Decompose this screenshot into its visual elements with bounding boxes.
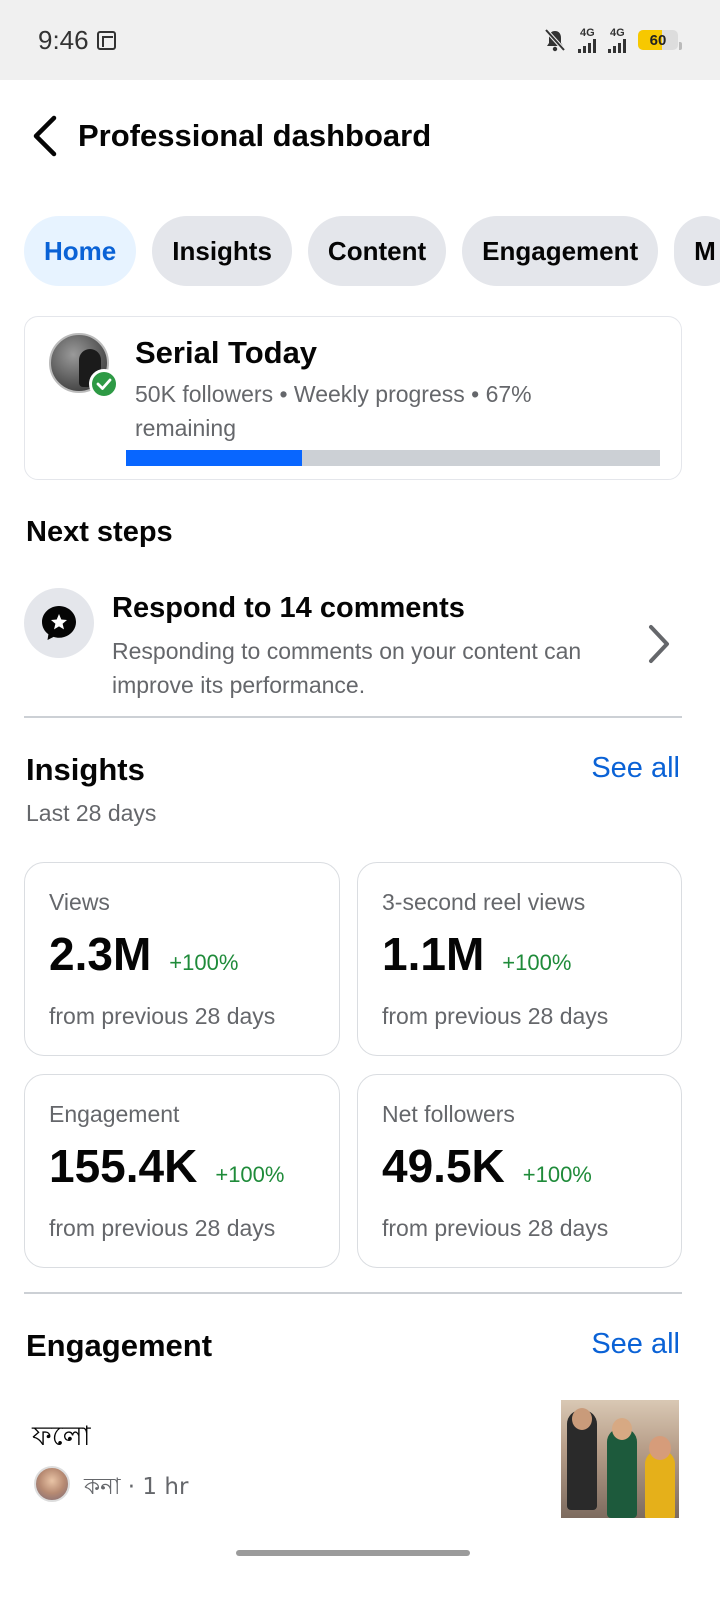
metric-card-net-followers[interactable]: Net followers 49.5K +100% from previous … xyxy=(357,1074,682,1268)
status-bar: 9:46 4G 4G 60 xyxy=(0,0,720,80)
screen-mirror-icon xyxy=(96,30,116,50)
metric-value: 1.1M xyxy=(382,928,485,980)
metric-comparison: from previous 28 days xyxy=(49,1215,276,1241)
page-title: Professional dashboard xyxy=(78,118,432,153)
next-steps-title: Next steps xyxy=(26,516,173,548)
tab-home[interactable]: Home xyxy=(24,216,137,286)
metric-change: +100% xyxy=(215,1162,285,1187)
metric-label: Net followers xyxy=(382,1101,515,1127)
metric-comparison: from previous 28 days xyxy=(382,1003,609,1029)
tab-insights[interactable]: Insights xyxy=(152,216,292,286)
metric-change: +100% xyxy=(502,950,572,975)
metric-label: Engagement xyxy=(49,1101,180,1127)
metric-row: 1.1M +100% xyxy=(382,927,571,981)
metric-row: 2.3M +100% xyxy=(49,927,238,981)
engagement-see-all-link[interactable]: See all xyxy=(591,1328,680,1361)
commenter-avatar xyxy=(34,1466,70,1502)
back-button[interactable] xyxy=(26,112,62,160)
network-2-label: 4G xyxy=(610,26,625,39)
next-step-respond-comments[interactable]: Respond to 14 comments Responding to com… xyxy=(24,586,682,702)
profile-meta: 50K followers • Weekly progress • 67% re… xyxy=(135,381,532,441)
insights-see-all-link[interactable]: See all xyxy=(591,752,680,785)
network-1-label: 4G xyxy=(580,26,595,39)
tab-engagement[interactable]: Engagement xyxy=(462,216,659,286)
signal-1-icon: 4G xyxy=(578,26,596,53)
signal-2-icon: 4G xyxy=(608,26,626,53)
metric-comparison: from previous 28 days xyxy=(382,1215,609,1241)
status-left: 9:46 xyxy=(38,25,116,56)
screen: 9:46 4G 4G 60 Professional dashboard Hom… xyxy=(0,0,720,1600)
divider xyxy=(24,716,682,718)
metric-comparison: from previous 28 days xyxy=(49,1003,276,1029)
profile-card[interactable]: Serial Today 50K followers • Weekly prog… xyxy=(24,316,682,480)
next-step-title: Respond to 14 comments xyxy=(112,592,465,624)
header: Professional dashboard xyxy=(0,96,720,176)
engagement-item-meta: কনা · 1 hr xyxy=(84,1474,189,1500)
tab-more[interactable]: M xyxy=(674,216,720,286)
home-indicator[interactable] xyxy=(236,1550,470,1556)
tab-bar: Home Insights Content Engagement M xyxy=(24,216,720,286)
metric-row: 49.5K +100% xyxy=(382,1139,592,1193)
profile-name: Serial Today xyxy=(135,335,318,370)
battery-level: 60 xyxy=(649,31,667,49)
engagement-item-title[interactable]: ফলো xyxy=(32,1416,91,1461)
status-right: 4G 4G 60 xyxy=(544,26,682,53)
comment-star-icon xyxy=(24,588,94,658)
verified-check-icon xyxy=(89,369,119,399)
metric-value: 49.5K xyxy=(382,1140,505,1192)
metric-label: Views xyxy=(49,889,110,915)
weekly-progress-bar xyxy=(126,450,660,466)
metric-value: 2.3M xyxy=(49,928,152,980)
profile-avatar-wrap xyxy=(49,333,119,399)
metric-card-engagement[interactable]: Engagement 155.4K +100% from previous 28… xyxy=(24,1074,340,1268)
divider xyxy=(24,1292,682,1294)
next-step-description: Responding to comments on your content c… xyxy=(112,638,582,698)
metric-change: +100% xyxy=(169,950,239,975)
engagement-thumbnail[interactable] xyxy=(561,1400,679,1518)
tab-content[interactable]: Content xyxy=(307,216,447,286)
insights-period: Last 28 days xyxy=(26,800,157,826)
metric-card-views[interactable]: Views 2.3M +100% from previous 28 days xyxy=(24,862,340,1056)
status-time: 9:46 xyxy=(38,24,89,55)
chevron-right-icon xyxy=(646,624,672,669)
weekly-progress-fill xyxy=(126,450,303,466)
bell-off-icon xyxy=(544,28,566,52)
metric-value: 155.4K xyxy=(49,1140,198,1192)
metric-card-reel-views[interactable]: 3-second reel views 1.1M +100% from prev… xyxy=(357,862,682,1056)
battery-icon: 60 xyxy=(638,30,682,50)
metric-row: 155.4K +100% xyxy=(49,1139,284,1193)
back-arrow-icon xyxy=(33,115,57,157)
engagement-title: Engagement xyxy=(26,1328,213,1363)
metric-label: 3-second reel views xyxy=(382,889,586,915)
metric-change: +100% xyxy=(522,1162,592,1187)
insights-title: Insights xyxy=(26,752,145,787)
